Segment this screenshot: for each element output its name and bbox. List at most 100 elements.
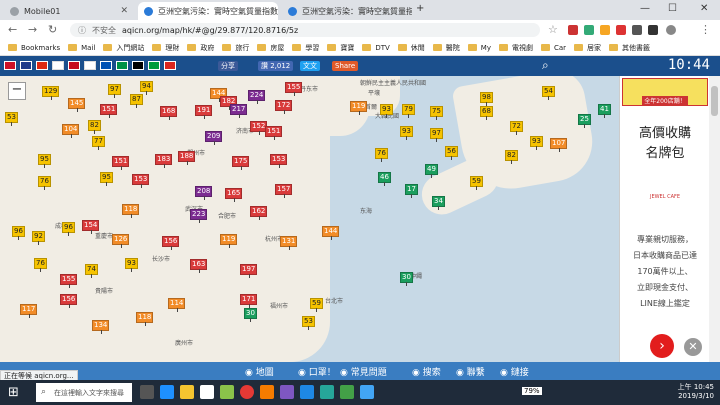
aqi-marker[interactable]: 72 — [510, 121, 523, 135]
aqi-marker[interactable]: 157 — [275, 184, 293, 198]
aqi-marker[interactable]: 68 — [480, 106, 493, 120]
flag-icon[interactable] — [52, 61, 64, 70]
bookmark-item[interactable]: 政府 — [187, 43, 214, 53]
site-nav-faq[interactable]: ◉ 常見問題 — [340, 365, 387, 378]
aqi-marker[interactable]: 54 — [542, 86, 555, 100]
site-nav-link[interactable]: ◉ 鏈接 — [500, 365, 529, 378]
aqi-marker[interactable]: 145 — [68, 98, 86, 112]
facebook-like-button[interactable]: 讚 2,012 — [258, 61, 294, 71]
aqi-map[interactable]: − 丹东市朝鮮民主主義人民共和國平壤首爾大韓民國济南市郑州市合肥市杭州市武汉市长… — [0, 76, 619, 362]
aqi-marker[interactable]: 175 — [232, 156, 250, 170]
aqi-marker[interactable]: 97 — [430, 128, 443, 142]
bookmark-item[interactable]: 休閒 — [397, 43, 425, 53]
scrollbar[interactable] — [709, 76, 720, 362]
bookmark-item[interactable]: Mail — [68, 44, 95, 52]
aqi-marker[interactable]: 156 — [60, 294, 78, 308]
bookmark-item[interactable]: 入門網站 — [103, 43, 144, 53]
bookmark-item[interactable]: 學習 — [292, 43, 319, 53]
site-nav-contact[interactable]: ◉ 聯繫 — [456, 365, 485, 378]
flag-icon[interactable] — [164, 61, 176, 70]
aqi-marker[interactable]: 224 — [248, 90, 266, 104]
aqi-marker[interactable]: 104 — [62, 124, 80, 138]
aqi-marker[interactable]: 75 — [430, 106, 443, 120]
aqi-marker[interactable]: 25 — [578, 114, 591, 128]
share-button[interactable]: Share — [332, 61, 359, 71]
aqi-marker[interactable]: 183 — [155, 154, 173, 168]
aqi-marker[interactable]: 151 — [100, 104, 118, 118]
tab-aqicn-active[interactable]: 亞洲空氣污染：實時空氣質量指數 ✕ — [138, 2, 278, 20]
back-icon[interactable]: ← — [8, 23, 17, 36]
aqi-marker[interactable]: 49 — [425, 164, 438, 178]
aqi-marker[interactable]: 223 — [190, 209, 208, 223]
edge-icon[interactable] — [160, 385, 174, 399]
aqi-marker[interactable]: 59 — [310, 298, 323, 312]
aqi-marker[interactable]: 46 — [378, 172, 391, 186]
aqi-marker[interactable]: 34 — [432, 196, 445, 210]
app-icon[interactable] — [320, 385, 334, 399]
site-nav-map[interactable]: ◉ 地圖 — [245, 365, 274, 378]
star-icon[interactable]: ☆ — [548, 23, 558, 36]
url-input[interactable]: ⓘ 不安全 aqicn.org/map/hk/#@g/29.877/120.87… — [70, 23, 540, 37]
system-clock[interactable]: 上午 10:45 2019/3/10 — [678, 383, 714, 401]
aqi-marker[interactable]: 87 — [130, 94, 143, 108]
aqi-marker[interactable]: 126 — [112, 234, 130, 248]
taskbar-search-input[interactable]: ⌕ 在這裡輸入文字來搜尋 — [36, 383, 132, 402]
aqi-marker[interactable]: 162 — [250, 206, 268, 220]
app-icon[interactable] — [360, 385, 374, 399]
aqi-marker[interactable]: 217 — [230, 104, 248, 118]
search-icon[interactable]: ⌕ — [542, 58, 549, 73]
aqi-marker[interactable]: 53 — [302, 316, 315, 330]
aqi-marker[interactable]: 114 — [168, 298, 186, 312]
flag-icon[interactable] — [4, 61, 16, 70]
bookmark-item[interactable]: 電視劇 — [498, 43, 533, 53]
bookmark-item[interactable]: 房屋 — [257, 43, 284, 53]
aqi-marker[interactable]: 131 — [280, 236, 298, 250]
menu-icon[interactable]: ⋮ — [700, 23, 711, 36]
aqi-marker[interactable]: 107 — [550, 138, 568, 152]
chinese-button[interactable]: 文文 — [300, 61, 320, 71]
aqi-marker[interactable]: 95 — [38, 154, 51, 168]
extension-icon[interactable] — [568, 25, 578, 35]
chrome-icon[interactable] — [240, 385, 254, 399]
aqi-marker[interactable]: 171 — [240, 294, 258, 308]
battery-indicator[interactable]: 79% — [522, 387, 542, 395]
app-icon[interactable] — [340, 385, 354, 399]
aqi-marker[interactable]: 95 — [100, 172, 113, 186]
aqi-marker[interactable]: 197 — [240, 264, 258, 278]
flag-icon[interactable] — [20, 61, 32, 70]
aqi-marker[interactable]: 154 — [82, 220, 100, 234]
windows-start-icon[interactable]: ⊞ — [8, 385, 19, 400]
aqi-marker[interactable]: 77 — [92, 136, 105, 150]
aqi-marker[interactable]: 156 — [162, 236, 180, 250]
aqi-marker[interactable]: 30 — [400, 272, 413, 286]
aqi-marker[interactable]: 94 — [140, 81, 153, 95]
aqi-marker[interactable]: 163 — [190, 259, 208, 273]
flag-icon[interactable] — [100, 61, 112, 70]
minimize-icon[interactable]: — — [640, 3, 650, 14]
flag-icon[interactable] — [36, 61, 48, 70]
explorer-icon[interactable] — [180, 385, 194, 399]
aqi-marker[interactable]: 82 — [88, 120, 101, 134]
task-view-icon[interactable] — [140, 385, 154, 399]
aqi-marker[interactable]: 96 — [62, 222, 75, 236]
aqi-marker[interactable]: 93 — [380, 104, 393, 118]
tab-mobile01[interactable]: Mobile01 ✕ — [4, 2, 134, 20]
aqi-marker[interactable]: 129 — [42, 86, 60, 100]
aqi-marker[interactable]: 165 — [225, 188, 243, 202]
aqi-marker[interactable]: 144 — [322, 226, 340, 240]
app-icon[interactable] — [280, 385, 294, 399]
flag-icon[interactable] — [116, 61, 128, 70]
app-icon[interactable] — [260, 385, 274, 399]
bookmark-item[interactable]: My — [467, 44, 491, 52]
zoom-out-button[interactable]: − — [8, 82, 26, 100]
close-icon[interactable]: ✕ — [120, 6, 128, 16]
aqi-marker[interactable]: 41 — [598, 104, 611, 118]
bookmark-item[interactable]: 理財 — [152, 43, 179, 53]
app-icon[interactable] — [220, 385, 234, 399]
aqi-marker[interactable]: 209 — [205, 131, 223, 145]
site-nav-mask[interactable]: ◉ 口罩！ — [298, 365, 336, 378]
aqi-marker[interactable]: 93 — [530, 136, 543, 150]
extension-icon[interactable] — [584, 25, 594, 35]
bookmark-item[interactable]: 寶寶 — [327, 43, 354, 53]
aqi-marker[interactable]: 74 — [85, 264, 98, 278]
